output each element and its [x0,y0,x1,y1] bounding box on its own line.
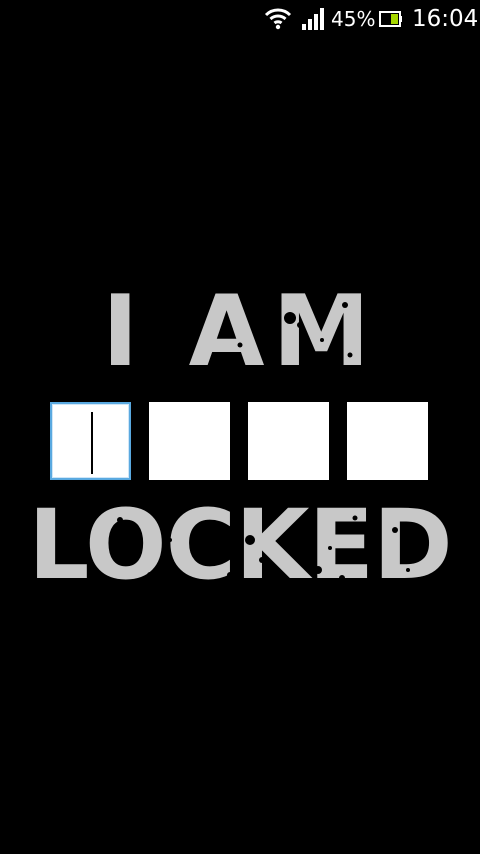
wifi-icon [264,8,292,30]
status-bar: 45% 16:04 [0,0,480,38]
pin-digit-box-1[interactable] [50,402,131,480]
text-cursor [91,412,93,474]
battery-charging-icon [379,11,402,27]
pin-input-row [50,402,430,482]
pin-digit-box-4[interactable] [347,402,428,480]
signal-icon [302,8,324,30]
lock-title-top: I AM [102,275,378,389]
pin-digit-box-3[interactable] [248,402,329,480]
status-clock: 16:04 [412,6,479,32]
pin-digit-box-2[interactable] [149,402,230,480]
lock-title-bottom: LOCKED [28,489,452,601]
battery-percentage: 45% [331,7,376,31]
